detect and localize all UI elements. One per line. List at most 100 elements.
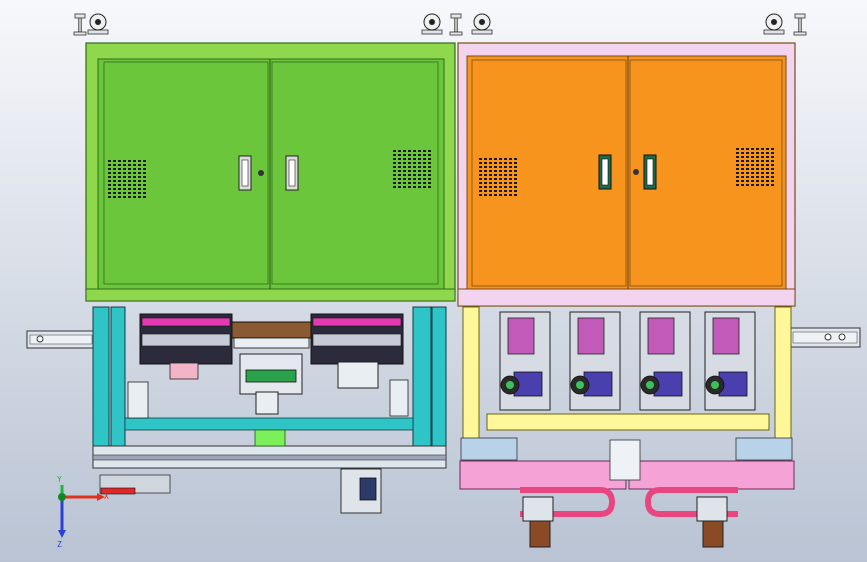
- door-handle-icon[interactable]: [238, 155, 252, 191]
- vent-slot: [766, 160, 769, 162]
- vent-slot: [128, 168, 131, 170]
- vent-slot: [509, 194, 512, 196]
- vent-slot: [751, 160, 754, 162]
- vent-slot: [484, 166, 487, 168]
- vent-slot: [113, 196, 116, 198]
- vent-slot: [761, 156, 764, 158]
- vent-slot: [413, 178, 416, 180]
- vent-slot: [418, 150, 421, 152]
- door-handle-icon[interactable]: [598, 154, 612, 190]
- vent-slot: [398, 170, 401, 172]
- vent-slot: [489, 190, 492, 192]
- vent-slot: [108, 188, 111, 190]
- vent-slot: [761, 172, 764, 174]
- vent-slot: [118, 160, 121, 162]
- vent-slot: [423, 178, 426, 180]
- vent-slot: [756, 156, 759, 158]
- vent-slot: [423, 162, 426, 164]
- vent-slot: [118, 164, 121, 166]
- vent-slot: [489, 158, 492, 160]
- vent-slot: [746, 184, 749, 186]
- vent-slot: [133, 164, 136, 166]
- vent-slot: [133, 168, 136, 170]
- vent-slot: [398, 150, 401, 152]
- vent-slot: [108, 160, 111, 162]
- vent-slot: [143, 168, 146, 170]
- vent-slot: [138, 196, 141, 198]
- vent-slot: [143, 164, 146, 166]
- vent-slot: [138, 168, 141, 170]
- vent-slot: [479, 182, 482, 184]
- vent-slot: [143, 188, 146, 190]
- vent-slot: [479, 194, 482, 196]
- vent-slot: [108, 184, 111, 186]
- vent-slot: [756, 184, 759, 186]
- vent-slot: [489, 182, 492, 184]
- vent-slot: [113, 180, 116, 182]
- drive-hub: [711, 381, 719, 389]
- drive-hub: [576, 381, 584, 389]
- vent-slot: [393, 158, 396, 160]
- vent-slot: [403, 150, 406, 152]
- vent-slot: [113, 192, 116, 194]
- vent-slot: [494, 182, 497, 184]
- vent-slot: [509, 190, 512, 192]
- vent-slot: [741, 168, 744, 170]
- vent-slot: [138, 180, 141, 182]
- vent-slot: [423, 186, 426, 188]
- vent-slot: [499, 182, 502, 184]
- vent-slot: [746, 152, 749, 154]
- vent-slot: [428, 186, 431, 188]
- vent-slot: [761, 148, 764, 150]
- vent-slot: [509, 178, 512, 180]
- vent-slot: [403, 182, 406, 184]
- vent-slot: [771, 164, 774, 166]
- cad-viewport[interactable]: X Y Z: [0, 0, 867, 562]
- vent-slot: [413, 150, 416, 152]
- vent-slot: [514, 174, 517, 176]
- vent-slot: [418, 170, 421, 172]
- vent-slot: [398, 166, 401, 168]
- vent-slot: [423, 166, 426, 168]
- vent-slot: [118, 180, 121, 182]
- vent-slot: [741, 184, 744, 186]
- vent-slot: [509, 182, 512, 184]
- vent-slot: [479, 170, 482, 172]
- vent-slot: [761, 160, 764, 162]
- vent-slot: [746, 180, 749, 182]
- drive-bracket: [577, 317, 605, 355]
- vent-slot: [766, 164, 769, 166]
- right-electrical-cabinet[interactable]: [457, 42, 796, 307]
- vent-slot: [771, 148, 774, 150]
- vent-slot: [403, 186, 406, 188]
- vent-slot: [413, 162, 416, 164]
- vent-slot: [771, 172, 774, 174]
- vent-slot: [138, 172, 141, 174]
- vent-slot: [761, 176, 764, 178]
- vent-slot: [509, 166, 512, 168]
- door-handle-icon[interactable]: [285, 155, 299, 191]
- vent-slot: [413, 166, 416, 168]
- vent-slot: [479, 190, 482, 192]
- vent-slot: [514, 166, 517, 168]
- assembly-drawing[interactable]: [0, 0, 867, 562]
- vent-slot: [408, 182, 411, 184]
- vent-slot: [128, 176, 131, 178]
- vent-slot: [751, 180, 754, 182]
- vent-slot: [403, 162, 406, 164]
- vent-slot: [423, 154, 426, 156]
- vent-slot: [413, 174, 416, 176]
- vent-slot: [499, 190, 502, 192]
- vent-slot: [771, 176, 774, 178]
- vent-slot: [123, 188, 126, 190]
- vent-slot: [479, 158, 482, 160]
- vent-slot: [143, 184, 146, 186]
- vent-slot: [741, 160, 744, 162]
- vent-slot: [133, 192, 136, 194]
- vent-slot: [118, 188, 121, 190]
- drive-hub: [646, 381, 654, 389]
- vent-slot: [756, 152, 759, 154]
- vent-slot: [133, 172, 136, 174]
- door-handle-icon[interactable]: [643, 154, 657, 190]
- vent-slot: [509, 170, 512, 172]
